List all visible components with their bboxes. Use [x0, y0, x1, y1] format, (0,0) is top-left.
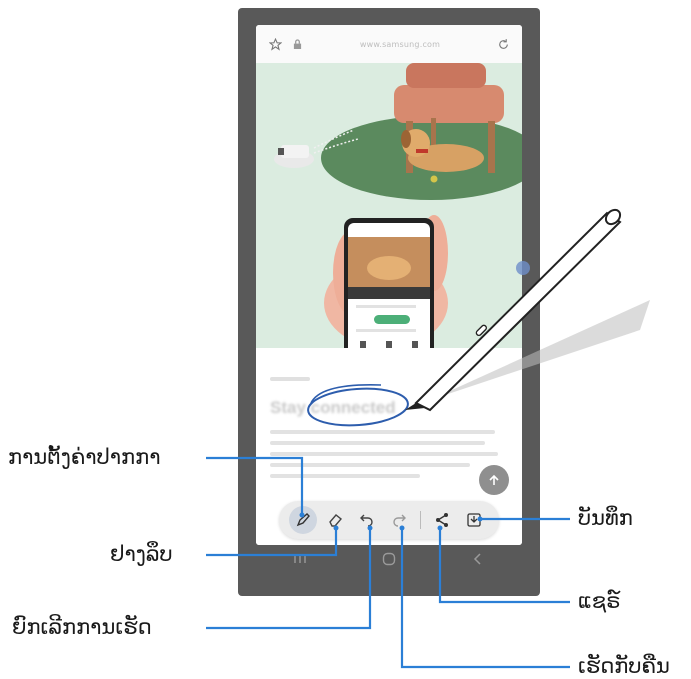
callout-line-redo	[400, 528, 570, 669]
callout-line-eraser	[206, 528, 338, 557]
stylus-shadow	[430, 300, 650, 400]
callout-undo: ຍົກເລີກການເຮັດ	[12, 615, 152, 639]
callout-line-share	[438, 528, 570, 604]
callout-pen-settings: ການຕັ້ງຄ່າປາກກາ	[8, 445, 161, 469]
callout-redo: ເຮັດກັບຄືນ	[578, 654, 670, 678]
callout-line-undo	[206, 528, 372, 630]
callout-overlay	[206, 208, 650, 669]
stylus	[405, 208, 622, 412]
callout-eraser: ຢາງລຶບ	[110, 542, 173, 566]
callout-share: ແຊຣ໌	[578, 589, 621, 613]
callout-line-pen-settings	[206, 456, 304, 513]
callout-save: ບັນທຶກ	[578, 506, 633, 530]
